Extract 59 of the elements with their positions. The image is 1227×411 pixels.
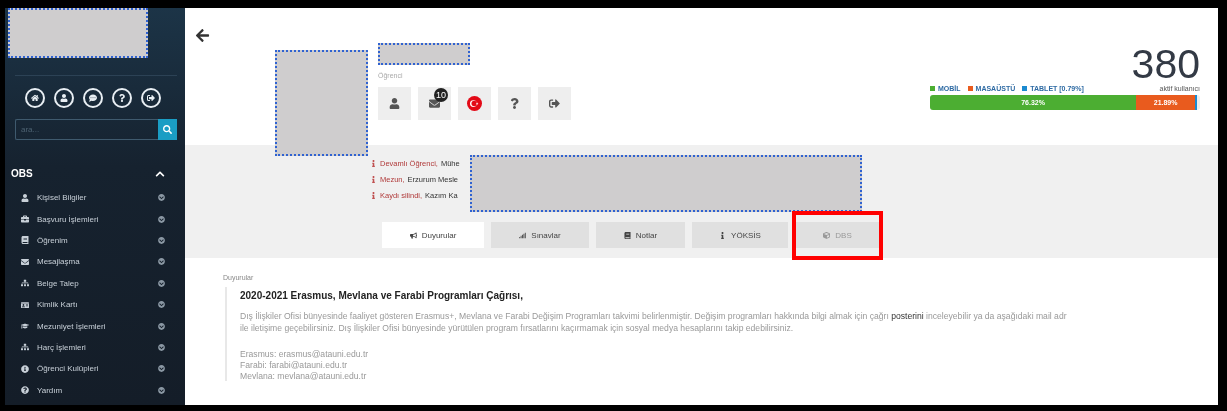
search-icon: [163, 125, 172, 134]
home-icon[interactable]: [25, 88, 45, 108]
tab[interactable]: Notlar: [596, 222, 685, 248]
menu-item[interactable]: Mesajlaşma: [37, 257, 158, 267]
menu-item[interactable]: Harç İşlemleri: [37, 342, 158, 352]
menu-item[interactable]: Öğrenci Kulüpleri: [37, 364, 158, 374]
envelope-icon: [429, 98, 440, 109]
info-icon: [370, 160, 377, 167]
contact-line: Mevlana: mevlana@atauni.edu.tr: [240, 371, 368, 381]
toolbar-button[interactable]: [378, 87, 411, 120]
toolbar-button[interactable]: [498, 87, 531, 120]
chart-icon: [519, 231, 527, 239]
poster-link[interactable]: posterini: [891, 311, 924, 321]
logout-icon[interactable]: [141, 88, 161, 108]
search-button[interactable]: [158, 119, 177, 140]
help-icon: [21, 386, 31, 395]
user-icon: [389, 98, 400, 109]
toolbar-button[interactable]: [458, 87, 491, 120]
question-mark-icon: [509, 98, 520, 109]
chat-icon[interactable]: [83, 88, 103, 108]
info-icon: [370, 176, 377, 183]
menu-item[interactable]: Mezuniyet İşlemleri: [37, 321, 158, 331]
tab[interactable]: Sınavlar: [491, 222, 589, 248]
flag-icon: [467, 96, 482, 111]
menu-item[interactable]: Başvuru İşlemleri: [37, 214, 158, 224]
section-header[interactable]: OBS: [5, 168, 185, 179]
menu-item[interactable]: Öğrenim: [37, 235, 158, 245]
cap-icon: [21, 322, 31, 331]
toolbar-button[interactable]: [538, 87, 571, 120]
tab[interactable]: Duyurular: [382, 222, 484, 248]
info-icon: [21, 364, 31, 373]
contact-line: Erasmus: erasmus@atauni.edu.tr: [240, 349, 370, 359]
menu-item[interactable]: Belge Talep: [37, 278, 158, 288]
menu-item[interactable]: Kişisel Bilgiler: [37, 193, 158, 203]
card-icon: [21, 300, 31, 309]
announcement-text: Dış İlişkiler Ofisi bünyesinde faaliyet gösteren Erasmus+, Mevlana ve Farabi Değişim Programları takvimi belirlenmiştir. Değişim programları hakkında bilgi almak için çağrı posterini inceleyebilir ya da aşağıdaki mail adr: [240, 311, 1068, 321]
count-badge: 10: [434, 88, 448, 102]
user-icon: [21, 193, 31, 202]
briefcase-icon: [21, 215, 31, 224]
menu-item[interactable]: Kimlik Kartı: [37, 300, 158, 310]
sitemap-icon: [21, 343, 31, 352]
envelope-icon: [21, 257, 31, 266]
logout-icon: [549, 98, 560, 109]
help-icon[interactable]: [112, 88, 132, 108]
toolbar-button[interactable]: 10: [418, 87, 451, 120]
contact-line: Farabi: farabi@atauni.edu.tr: [240, 360, 349, 370]
cube-icon: [823, 231, 831, 239]
tab[interactable]: YÖKSİS: [692, 222, 788, 248]
info-icon: [370, 192, 377, 199]
announcement-title: 2020-2021 Erasmus, Mevlana ve Farabi Programları Çağrısı,: [240, 290, 524, 301]
info-icon: [719, 231, 727, 239]
bullhorn-icon: [409, 231, 417, 239]
user-icon[interactable]: [54, 88, 74, 108]
book-icon: [21, 236, 31, 245]
announcement-text: ile iletişime geçebilirsiniz. Dış İlişkiler Ofisi bünyesinde yürütülen program fırsatlarını kaçırmamak için sosyal medya hesaplarını takip edebilirsiniz.: [240, 323, 795, 333]
sitemap-icon: [21, 279, 31, 288]
active-user-count: 380: [1131, 44, 1200, 84]
menu-item[interactable]: Yardım: [37, 385, 158, 395]
book-icon: [623, 231, 631, 239]
